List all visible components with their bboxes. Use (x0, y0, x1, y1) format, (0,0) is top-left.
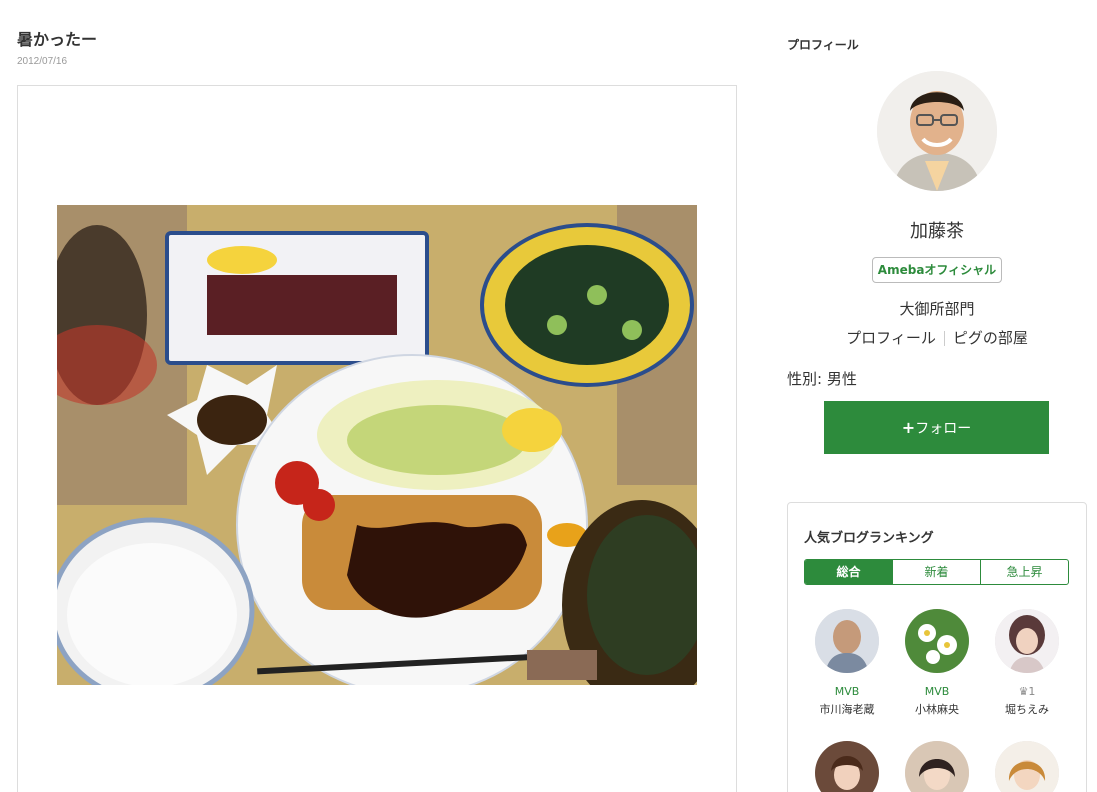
ranking-avatar (905, 741, 969, 792)
ranking-item[interactable] (802, 741, 892, 792)
ranking-name[interactable]: 堀ちえみ (982, 701, 1072, 717)
profile-link[interactable]: プロフィール (846, 329, 936, 347)
ranking-badge: MVB (924, 685, 950, 698)
ranking-box: 人気ブログランキング 総合 新着 急上昇 MVB 市川海老蔵 MVB 小林麻央 … (787, 502, 1087, 792)
ranking-badge: MVB (834, 685, 860, 698)
post-body (17, 85, 737, 792)
link-divider (943, 331, 945, 346)
ranking-item[interactable]: MVB 小林麻央 (892, 609, 982, 717)
ranking-name[interactable]: 市川海老蔵 (802, 701, 892, 717)
plus-icon: + (901, 418, 916, 437)
pig-room-link[interactable]: ピグの部屋 (953, 329, 1028, 347)
profile-links: プロフィール ピグの部屋 (787, 327, 1087, 348)
tab-overall[interactable]: 総合 (805, 560, 892, 584)
ranking-badge: ♛1 (1018, 685, 1036, 698)
tab-rising[interactable]: 急上昇 (980, 560, 1068, 584)
ranking-avatar (815, 609, 879, 673)
ranking-item[interactable] (982, 741, 1072, 792)
ranking-avatar (905, 609, 969, 673)
profile-name[interactable]: 加藤茶 (787, 217, 1087, 243)
profile-organization: 大御所部門 (899, 300, 975, 318)
ranking-avatar (815, 741, 879, 792)
ranking-title: 人気ブログランキング (804, 531, 934, 546)
follow-button[interactable]: +フォロー (824, 401, 1049, 454)
post-title[interactable]: 暑かったー (17, 26, 97, 50)
food-photo-drawing (57, 205, 697, 685)
ranking-name[interactable]: 小林麻央 (892, 701, 982, 717)
ranking-item[interactable] (892, 741, 982, 792)
ranking-avatar (995, 609, 1059, 673)
ranking-item[interactable]: MVB 市川海老蔵 (802, 609, 892, 717)
ranking-avatar (995, 741, 1059, 792)
profile-heading: プロフィール (787, 38, 859, 52)
profile-avatar[interactable] (877, 71, 997, 191)
avatar-image (877, 71, 997, 191)
official-badge: Amebaオフィシャル (872, 257, 1002, 283)
tab-new[interactable]: 新着 (892, 560, 980, 584)
follow-label: フォロー (915, 421, 972, 437)
gender-info: 性別: 男性 (787, 370, 857, 388)
ranking-tabs: 総合 新着 急上昇 (804, 559, 1069, 585)
food-photo[interactable] (57, 205, 697, 685)
post-date: 2012/07/16 (17, 56, 68, 67)
ranking-item[interactable]: ♛1 堀ちえみ (982, 609, 1072, 717)
